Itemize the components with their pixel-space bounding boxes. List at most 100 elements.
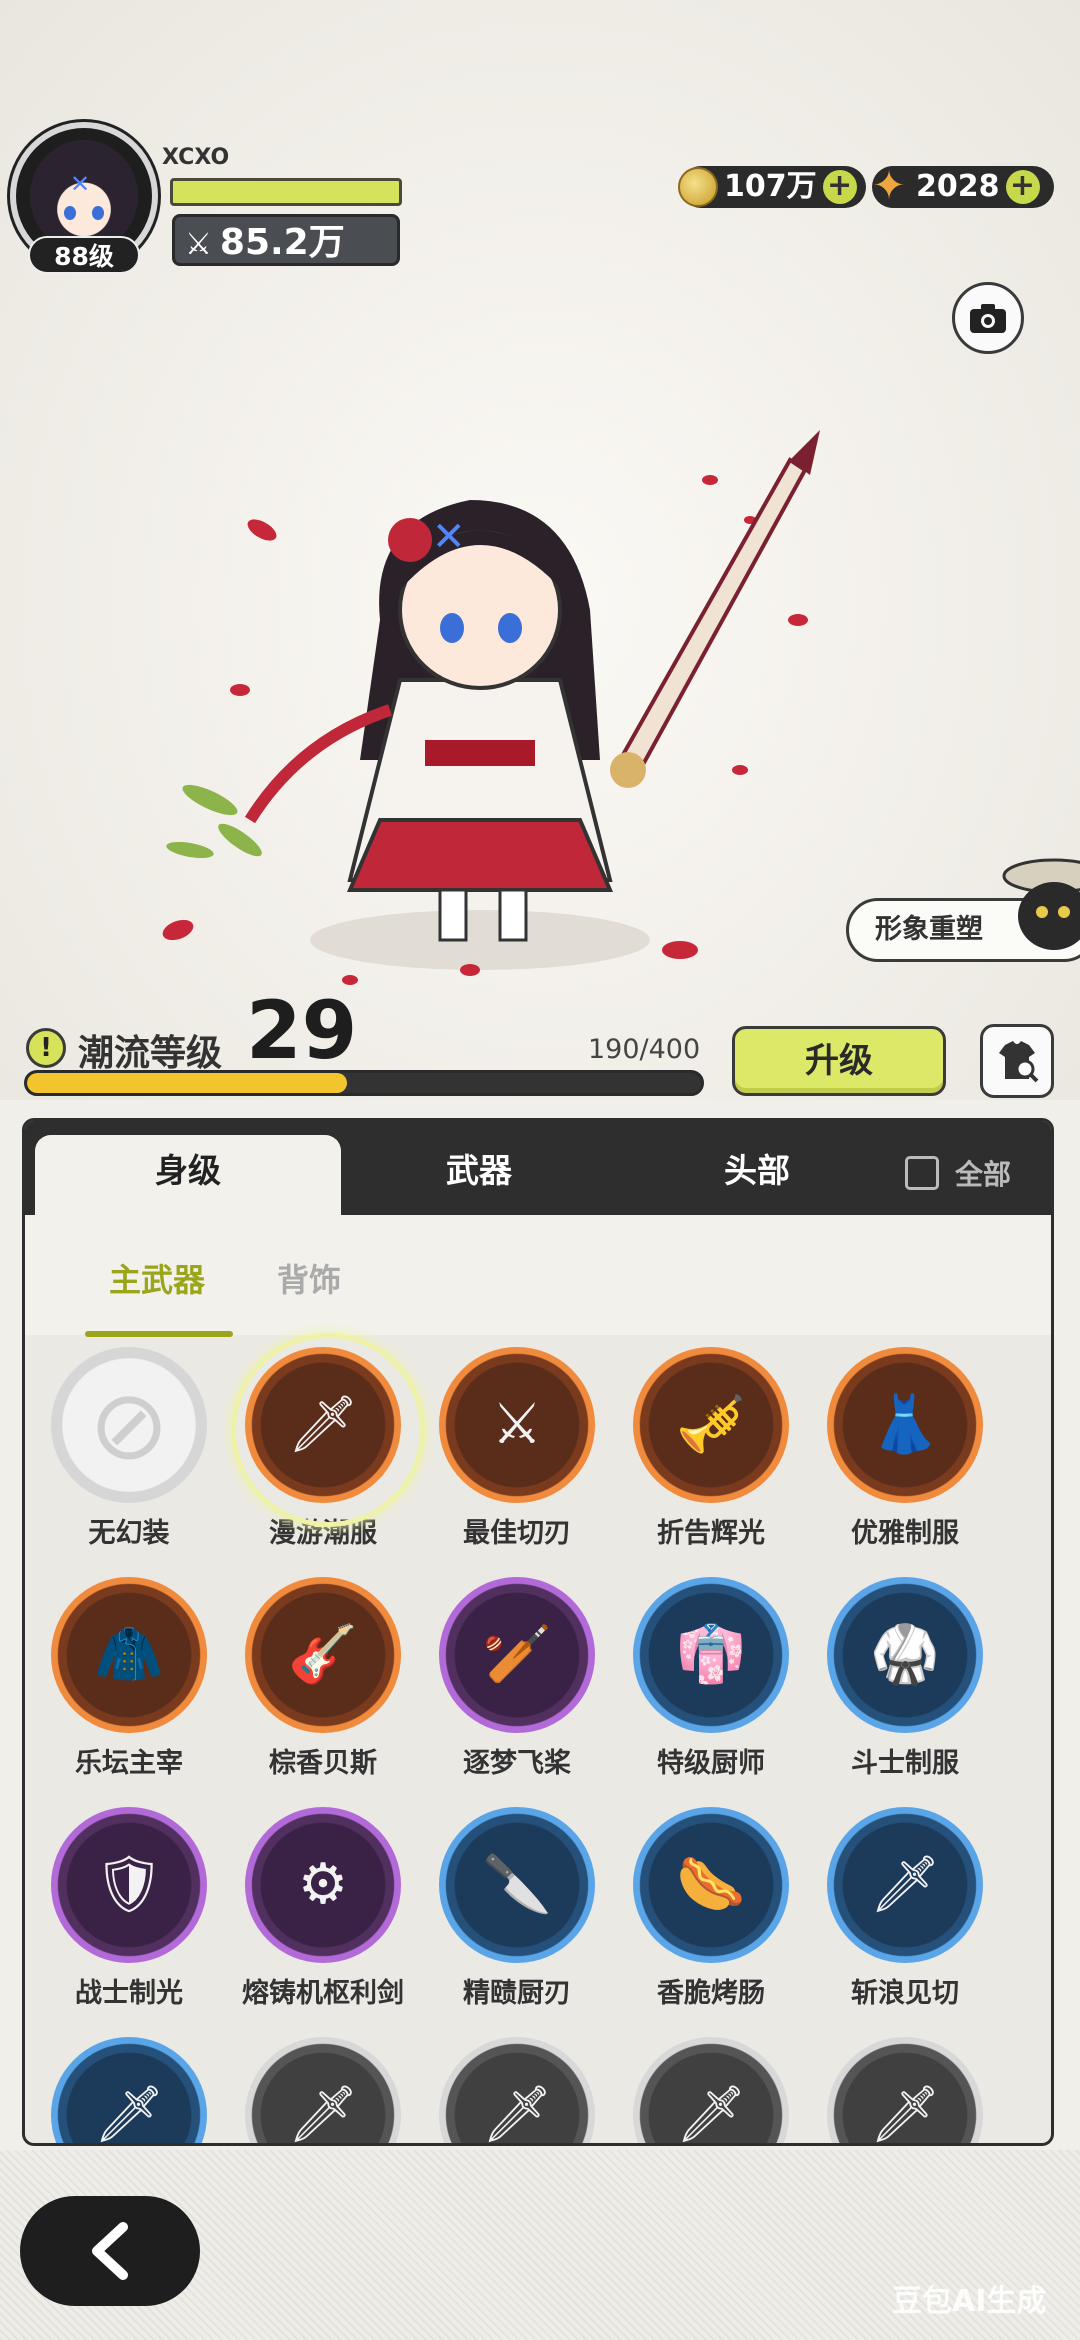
item-icon-ring: 🧥 [51, 1577, 207, 1733]
player-level-badge: 88级 [28, 236, 140, 274]
item-icon-ring: 🎺 [633, 1347, 789, 1503]
trend-progress-bar [24, 1070, 704, 1096]
blade-icon: ⚔ [491, 1392, 543, 1457]
winged-sword-icon: 🗡 [287, 1392, 359, 1457]
star-gem-icon: ✦ [872, 163, 906, 209]
show-all-checkbox[interactable] [905, 1156, 939, 1190]
item-icon-ring: 🗡 [231, 1333, 425, 1527]
item-icon-ring: 🗡 [245, 2037, 401, 2143]
item-slot[interactable]: 🗡 [233, 2037, 413, 2143]
back-button[interactable] [20, 2196, 200, 2306]
sword-icon: 🗡 [93, 2082, 165, 2146]
trend-level-value: 29 [246, 984, 358, 1077]
item-icon-ring: 🗡 [51, 2037, 207, 2146]
tab-head[interactable]: 头部 [637, 1135, 877, 1215]
item-icon-ring: 🗡 [439, 2037, 595, 2146]
svg-text:✕: ✕ [432, 514, 466, 560]
item-slot[interactable]: 🎺 折告辉光 [621, 1347, 801, 1550]
item-icon-ring: ⊘ [51, 1347, 207, 1503]
item-slot[interactable]: 🗡 [621, 2037, 801, 2146]
item-slot[interactable]: ⚙ 熔铸机枢利剑 [233, 1807, 413, 2010]
item-label: 无幻装 [88, 1518, 170, 1549]
item-slot[interactable]: 🔪 精赜厨刃 [427, 1807, 607, 2010]
tab-weapon[interactable]: 武器 [359, 1135, 599, 1215]
item-slot[interactable]: 🎸 棕香贝斯 [233, 1577, 413, 1780]
reshape-label: 形象重塑 [875, 914, 983, 945]
trumpet-icon: 🎺 [676, 1392, 746, 1457]
warrior-outfit-icon: 🛡 [93, 1852, 165, 1917]
item-label: 斗士制服 [851, 1748, 959, 1779]
shirt-search-icon [999, 1041, 1039, 1083]
tab-body[interactable]: 身级 [35, 1135, 341, 1215]
sword-icon: 🗡 [675, 2082, 747, 2146]
item-label: 特级厨师 [657, 1748, 765, 1779]
sausage-icon: 🌭 [676, 1852, 746, 1917]
character-illustration: ✕ [162, 430, 820, 985]
trend-progress-text: 190/400 [588, 1034, 701, 1065]
crossed-swords-icon: ⚔ [185, 227, 212, 262]
subtab-bar: 主武器 背饰 [25, 1215, 1051, 1335]
item-icon-ring: 🛡 [51, 1807, 207, 1963]
add-gold-button[interactable]: + [822, 170, 857, 204]
cat-mascot-icon [1002, 858, 1080, 950]
item-slot[interactable]: 🗡 [39, 2037, 219, 2146]
add-star-button[interactable]: + [1005, 170, 1040, 204]
sword-icon: 🗡 [481, 2082, 553, 2146]
watermark: 豆包AI生成 [892, 2284, 1047, 2319]
item-slot[interactable]: ⚔ 最佳切刃 [427, 1347, 607, 1550]
item-label: 乐坛主宰 [75, 1748, 183, 1779]
item-slot[interactable]: 🛡 战士制光 [39, 1807, 219, 2010]
subtab-active-underline [85, 1331, 233, 1337]
item-icon-ring: 🗡 [827, 1807, 983, 1963]
wardrobe-search-button[interactable] [980, 1024, 1054, 1098]
camera-icon [970, 304, 1006, 333]
item-label: 逐梦飞桨 [463, 1748, 571, 1779]
gold-coin-icon [678, 167, 718, 207]
item-label: 斩浪见切 [851, 1978, 959, 2009]
trend-progress-fill [27, 1073, 348, 1093]
item-slot[interactable]: 🏏 逐梦飞桨 [427, 1577, 607, 1780]
item-slot[interactable]: 🗡 斩浪见切 [815, 1807, 995, 2010]
item-slot[interactable]: 🗡 [815, 2037, 995, 2146]
item-slot[interactable]: 🥋 斗士制服 [815, 1577, 995, 1780]
player-name: XCXO [162, 145, 230, 170]
show-all-toggle[interactable]: 全部 [905, 1153, 1011, 1193]
wardrobe-panel: 身级 武器 头部 全部 主武器 背饰 ⊘ 无幻装 🗡 漫游潮服 ⚔ 最佳切刃 🎺 折告辉光 👗 优… [22, 1118, 1054, 2146]
item-icon-ring: 👘 [633, 1577, 789, 1733]
item-slot[interactable]: 👘 特级厨师 [621, 1577, 801, 1780]
item-icon-ring: 🔪 [439, 1807, 595, 1963]
item-icon-ring: 👗 [827, 1347, 983, 1503]
item-slot[interactable]: 👗 优雅制服 [815, 1347, 995, 1550]
maid-dress-icon: 👗 [870, 1392, 940, 1457]
trend-level-label: 潮流等级 [78, 1033, 223, 1074]
subtab-main-weapon[interactable]: 主武器 [109, 1255, 205, 1301]
upgrade-button[interactable]: 升级 [732, 1026, 946, 1096]
item-icon-ring: 🏏 [439, 1577, 595, 1733]
item-label: 精赜厨刃 [463, 1978, 571, 2009]
item-icon-ring: 🗡 [827, 2037, 983, 2146]
item-slot[interactable]: 🌭 香脆烤肠 [621, 1807, 801, 2010]
trend-info-icon[interactable]: ! [26, 1028, 66, 1068]
forged-sword-icon: ⚙ [297, 1852, 349, 1917]
cleaver-icon: 🔪 [482, 1852, 552, 1917]
item-slot[interactable]: 🗡 [427, 2037, 607, 2146]
fighter-outfit-icon: 🥋 [870, 1622, 940, 1687]
item-slot[interactable]: 🗡 漫游潮服 [231, 1333, 425, 1550]
player-exp-bar [170, 178, 402, 206]
camera-button[interactable] [952, 282, 1024, 354]
wave-blade-icon: 🗡 [869, 1852, 941, 1917]
item-label: 优雅制服 [851, 1518, 959, 1549]
sword-icon: 🗡 [869, 2082, 941, 2146]
gold-value: 107万 [724, 169, 817, 204]
red-outfit-icon: 🧥 [94, 1622, 164, 1687]
item-slot[interactable]: 🧥 乐坛主宰 [39, 1577, 219, 1780]
item-label: 折告辉光 [657, 1518, 765, 1549]
category-tab-bar: 身级 武器 头部 全部 [25, 1121, 1051, 1215]
back-arrow-icon [92, 2222, 128, 2280]
currency-gold: 107万 + [678, 166, 866, 208]
star-value: 2028 [916, 169, 1000, 204]
item-slot[interactable]: ⊘ 无幻装 [39, 1347, 219, 1550]
item-icon-ring: 🎸 [245, 1577, 401, 1733]
hair-clip-icon: ✕ [70, 170, 91, 198]
subtab-back-accessory[interactable]: 背饰 [277, 1255, 341, 1301]
